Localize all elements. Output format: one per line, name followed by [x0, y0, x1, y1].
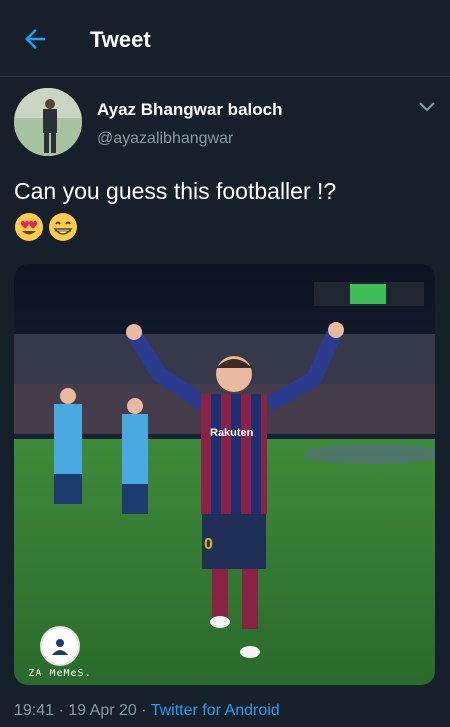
tweet-meta: 19:41 · 19 Apr 20 · Twitter for Android [14, 702, 280, 720]
meta-separator: · [141, 702, 147, 719]
tweet-source-link[interactable]: Twitter for Android [151, 702, 280, 719]
arrow-left-icon[interactable] [20, 24, 50, 54]
watermark-logo-icon [40, 626, 80, 666]
author-name[interactable]: Ayaz Bhangwar baloch [97, 100, 282, 120]
author-handle[interactable]: @ayazalibhangwar [97, 130, 233, 148]
tweet-text: Can you guess this footballer !? [14, 178, 337, 204]
emoji-row [14, 212, 78, 244]
grinning-emoji [49, 213, 77, 241]
watermark: ZA MeMeS. [20, 626, 100, 679]
avatar[interactable] [14, 88, 82, 156]
chevron-down-icon[interactable] [418, 100, 436, 114]
tweet-time: 19:41 [14, 702, 55, 719]
top-bar: Tweet [0, 0, 450, 77]
meta-separator: · [58, 702, 64, 719]
tweet-date: 19 Apr 20 [68, 702, 137, 719]
tweet-photo[interactable]: Rakuten 0 ZA MeMeS. [14, 264, 435, 685]
watermark-text: ZA MeMeS. [28, 668, 92, 679]
jersey-sponsor: Rakuten [210, 427, 254, 439]
heart-eyes-emoji [15, 213, 43, 241]
page-title: Tweet [90, 27, 151, 52]
jersey-number: 0 [204, 536, 213, 553]
